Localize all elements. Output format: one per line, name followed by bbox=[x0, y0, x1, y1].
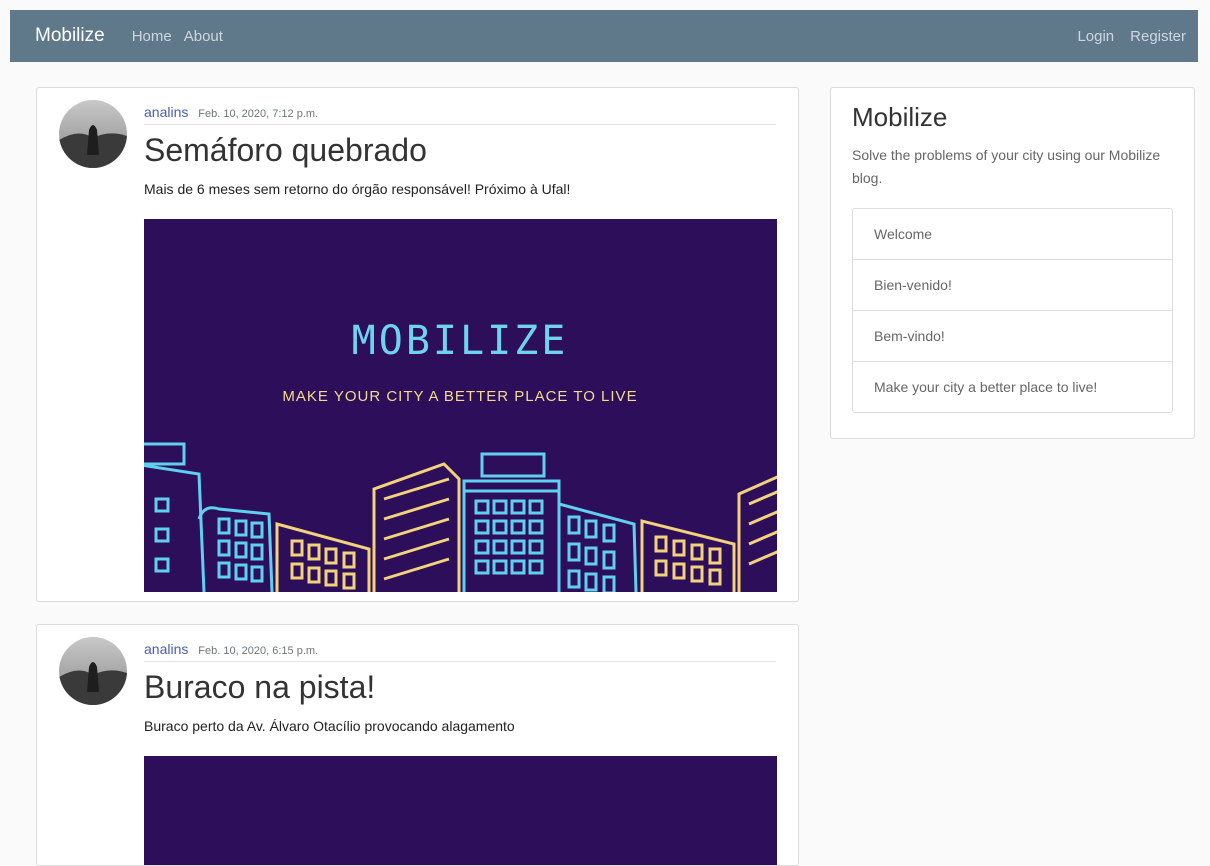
sidebar-item-make-your-city: Make your city a better place to live! bbox=[853, 361, 1172, 412]
post-title-link[interactable]: Semáforo quebrado bbox=[144, 132, 427, 169]
nav-home-link[interactable]: Home bbox=[132, 28, 172, 45]
image-heading: MOBILIZE bbox=[352, 318, 569, 364]
post-card: analins Feb. 10, 2020, 6:15 p.m. Buraco … bbox=[36, 624, 799, 866]
author-avatar bbox=[59, 637, 127, 705]
post-image: MOBILIZE MAKE YOUR CITY A BETTER PLACE T… bbox=[144, 219, 777, 592]
post-date: Feb. 10, 2020, 7:12 p.m. bbox=[198, 108, 319, 120]
nav-login-link[interactable]: Login bbox=[1077, 28, 1114, 45]
sidebar-title: Mobilize bbox=[852, 102, 948, 132]
navbar: Mobilize Home About Login Register bbox=[10, 10, 1198, 62]
sidebar-text: Solve the problems of your city using ou… bbox=[852, 147, 1161, 186]
post-meta: analins Feb. 10, 2020, 6:15 p.m. bbox=[144, 641, 776, 662]
post-content: Mais de 6 meses sem retorno do órgão res… bbox=[144, 181, 571, 197]
nav-about-link[interactable]: About bbox=[184, 28, 223, 45]
sidebar-item-bien-venido: Bien-venido! bbox=[853, 259, 1172, 310]
sidebar: Mobilize Solve the problems of your city… bbox=[830, 87, 1195, 439]
post-title-link[interactable]: Buraco na pista! bbox=[144, 669, 375, 706]
image-tagline: MAKE YOUR CITY A BETTER PLACE TO LIVE bbox=[282, 388, 637, 405]
nav-right: Login Register bbox=[1077, 28, 1186, 45]
sidebar-item-welcome: Welcome bbox=[874, 226, 933, 242]
nav-left: Home About bbox=[132, 28, 223, 45]
sidebar-list: Welcome Bien-venido! Bem-vindo! Make you… bbox=[852, 208, 1173, 413]
post-meta: analins Feb. 10, 2020, 7:12 p.m. bbox=[144, 104, 776, 125]
author-avatar bbox=[59, 100, 127, 168]
post-author-link[interactable]: analins bbox=[144, 641, 188, 657]
sidebar-item-bem-vindo: Bem-vindo! bbox=[853, 310, 1172, 361]
post-content: Buraco perto da Av. Álvaro Otacílio prov… bbox=[144, 718, 515, 734]
post-date: Feb. 10, 2020, 6:15 p.m. bbox=[198, 645, 319, 657]
post-card: analins Feb. 10, 2020, 7:12 p.m. Semáfor… bbox=[36, 87, 799, 602]
nav-register-link[interactable]: Register bbox=[1130, 28, 1186, 45]
post-author-link[interactable]: analins bbox=[144, 104, 188, 120]
post-image bbox=[144, 756, 777, 865]
brand-link[interactable]: Mobilize bbox=[35, 25, 105, 47]
